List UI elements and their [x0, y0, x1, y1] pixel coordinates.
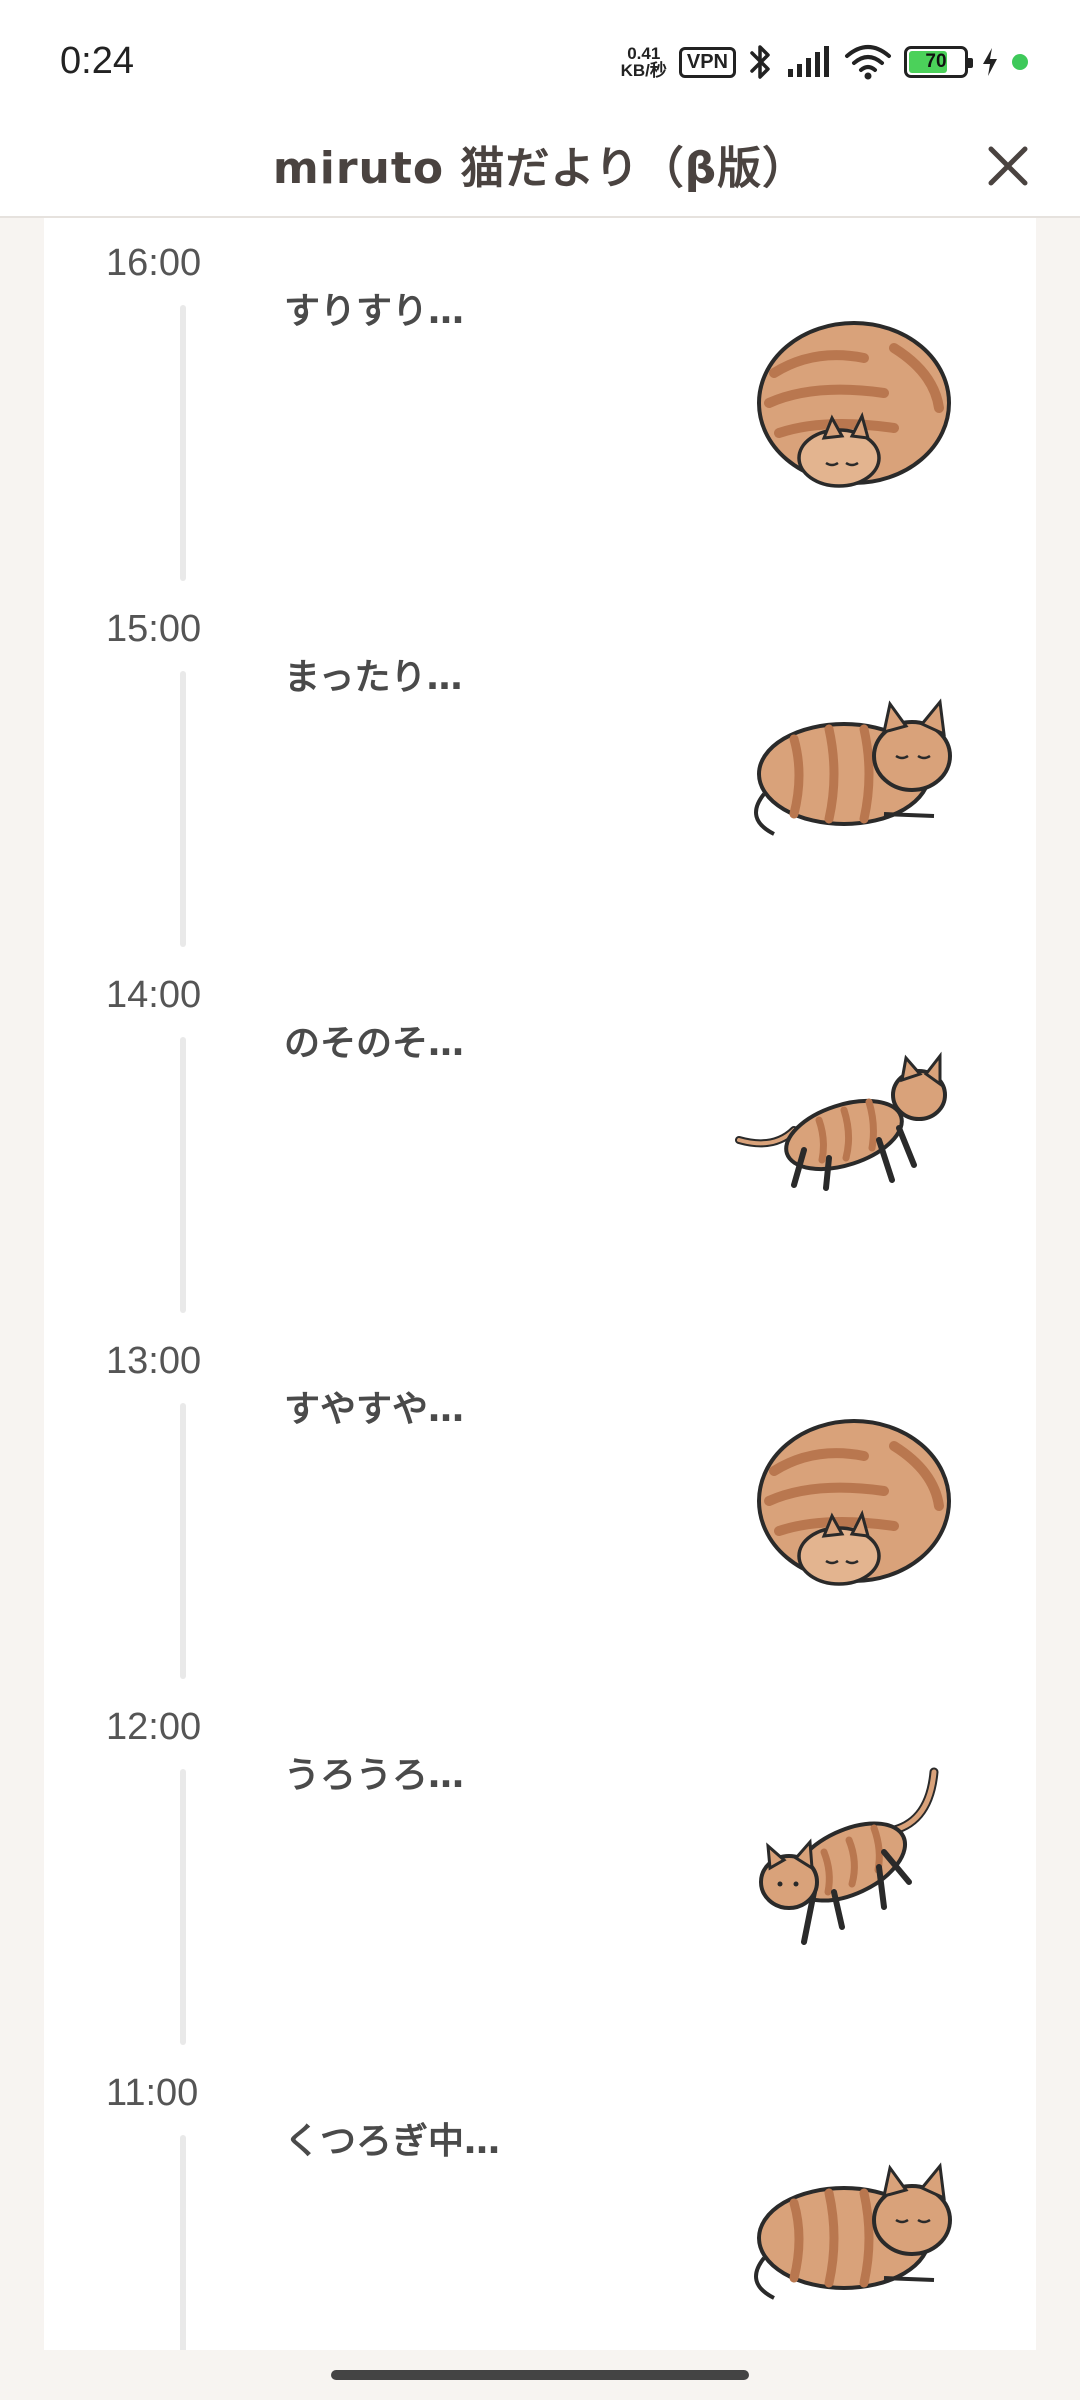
battery-cap: [968, 58, 973, 68]
bluetooth-icon: [750, 45, 770, 79]
entry-time: 12:00: [106, 1706, 202, 1748]
cat-lying-illustration: [754, 2162, 952, 2300]
vpn-badge: VPN: [678, 46, 736, 78]
status-bar: 0:24 0.41 KB/秒 VPN 70: [0, 0, 1080, 120]
timeline-line: [180, 2135, 186, 2350]
timeline-entry: 12:00 うろうろ…: [44, 1682, 1036, 2048]
timeline-entry: 16:00 すりすり…: [44, 218, 1036, 584]
entry-time: 13:00: [106, 1340, 202, 1382]
status-time: 0:24: [60, 40, 134, 82]
cat-lying-illustration: [754, 698, 952, 836]
app-header: miruto 猫だより（β版）: [0, 120, 1080, 218]
timeline-line: [180, 1037, 186, 1313]
entry-status: すやすや…: [284, 1389, 465, 1430]
entry-time: 15:00: [106, 608, 202, 650]
signal-icon: [788, 46, 829, 77]
privacy-indicator-dot: [1012, 54, 1028, 70]
timeline-line: [180, 1769, 186, 2045]
battery-icon: 70: [904, 46, 973, 78]
entry-status: すりすり…: [284, 291, 465, 332]
close-button[interactable]: [980, 138, 1036, 194]
close-icon: [988, 146, 1028, 186]
entry-time: 16:00: [106, 242, 202, 284]
network-speed: 0.41 KB/秒: [621, 45, 667, 79]
entry-status: まったり…: [284, 657, 463, 698]
timeline-entry: 15:00 まったり…: [44, 584, 1036, 950]
status-icons: 0.41 KB/秒 VPN 70: [621, 42, 1028, 82]
battery-level: 70: [925, 51, 947, 72]
page-title: miruto 猫だより（β版）: [272, 143, 808, 194]
network-speed-unit: KB/秒: [620, 61, 667, 80]
home-indicator[interactable]: [331, 2370, 749, 2380]
timeline-line: [180, 1403, 186, 1679]
timeline-entry: 11:00 くつろぎ中…: [44, 2048, 1036, 2350]
entry-status: のそのそ…: [284, 1023, 465, 1064]
cat-walking-illustration: [759, 1767, 939, 1945]
entry-status: くつろぎ中…: [284, 2121, 501, 2162]
network-speed-value: 0.41: [627, 44, 661, 63]
timeline-entry: 14:00 のそのそ…: [44, 950, 1036, 1316]
charging-icon: [983, 48, 997, 76]
entry-time: 14:00: [106, 974, 202, 1016]
cat-timeline[interactable]: 16:00 すりすり… 15:00 まったり… 14:00 のそのそ… 13:0…: [44, 218, 1036, 2350]
entry-time: 11:00: [106, 2072, 199, 2114]
cat-curled-illustration: [757, 1419, 951, 1586]
timeline-line: [180, 305, 186, 581]
timeline-entry: 13:00 すやすや…: [44, 1316, 1036, 1682]
timeline-line: [180, 671, 186, 947]
cat-sneaking-illustration: [735, 1051, 947, 1191]
entry-status: うろうろ…: [284, 1755, 465, 1796]
cat-curled-illustration: [757, 321, 951, 488]
wifi-icon: [845, 45, 891, 80]
